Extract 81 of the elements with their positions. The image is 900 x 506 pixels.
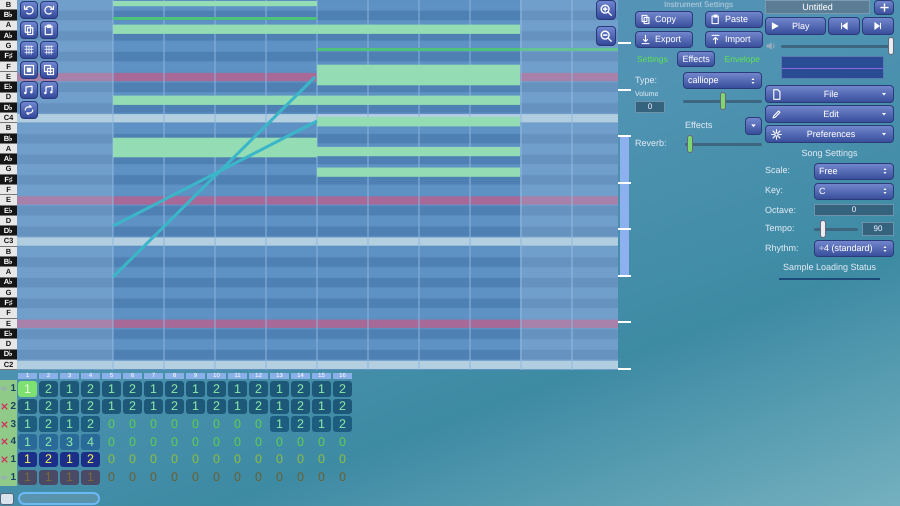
pattern-cell[interactable]: 1 [270, 398, 289, 414]
pattern-cell[interactable]: 2 [39, 381, 58, 397]
pattern-cell[interactable]: 1 [18, 398, 37, 414]
key-select[interactable]: C [814, 182, 894, 200]
instrument-type-select[interactable]: calliope [683, 72, 762, 89]
pattern-cell[interactable]: 2 [39, 452, 58, 468]
pattern-cell[interactable]: 2 [333, 398, 352, 414]
status-label: Sample Loading Status [782, 261, 878, 274]
channel-number: 1 [10, 382, 16, 396]
pattern-cell[interactable]: 2 [249, 381, 268, 397]
pattern-cell[interactable]: 1 [18, 434, 37, 450]
song-title-field[interactable]: Untitled [765, 0, 870, 14]
pattern-cell[interactable]: 1 [228, 398, 247, 414]
channel-number: 4 [10, 435, 16, 450]
pattern-cell[interactable]: 1 [144, 381, 163, 397]
pattern-cell[interactable]: 2 [39, 434, 58, 450]
field-label: Key: [765, 184, 784, 198]
pattern-cell[interactable]: 2 [291, 381, 310, 397]
panel-title: Instrument Settings [663, 0, 734, 9]
field-label: Type: [635, 74, 658, 87]
pattern-cell[interactable]: 2 [81, 416, 100, 432]
action-button[interactable]: Export [635, 31, 693, 48]
pattern-cell[interactable]: 2 [81, 381, 100, 397]
field-label: Tempo: [765, 222, 796, 236]
pattern-cell[interactable]: 1 [270, 381, 289, 397]
volume-field[interactable]: 0 [635, 100, 665, 112]
pattern-cell[interactable]: 1 [186, 398, 205, 414]
pattern-cell[interactable]: 1 [144, 398, 163, 414]
pattern-cell[interactable]: 2 [123, 398, 142, 414]
pattern-cell[interactable]: 1 [60, 398, 79, 414]
tab[interactable]: Effects [677, 51, 715, 67]
pattern-cell[interactable]: 2 [165, 381, 184, 397]
pattern-cell[interactable]: 4 [81, 434, 100, 450]
action-button[interactable]: Import [705, 31, 763, 48]
pattern-cell[interactable]: 1 [270, 416, 289, 432]
section-label: Effects [685, 118, 714, 132]
pattern-cell[interactable]: 2 [333, 381, 352, 397]
field-label: Scale: [765, 164, 792, 178]
pattern-cell[interactable]: 1 [60, 381, 79, 397]
pattern-cell[interactable]: 1 [18, 452, 37, 468]
octave-field[interactable]: 0 [814, 204, 894, 216]
tempo-field[interactable]: 90 [862, 222, 894, 236]
section-title: Song Settings [800, 147, 859, 160]
pattern-cell[interactable]: 1 [102, 398, 121, 414]
menu-dropdown[interactable]: File [765, 85, 894, 103]
play-button[interactable]: Play [765, 17, 826, 35]
pattern-cell[interactable]: 2 [81, 398, 100, 414]
channel-number: 2 [10, 400, 16, 414]
action-button[interactable]: Copy [635, 11, 693, 28]
channel-number: 3 [10, 418, 16, 432]
scale-select[interactable]: Free [814, 162, 894, 180]
channel-number: 1 [10, 453, 16, 468]
pattern-cell[interactable]: 2 [207, 398, 226, 414]
pattern-cell[interactable]: 1 [186, 381, 205, 397]
pattern-cell[interactable]: 1 [228, 381, 247, 397]
pattern-cell[interactable]: 2 [207, 381, 226, 397]
field-label: Octave: [765, 204, 798, 216]
pattern-cell[interactable]: 1 [102, 381, 121, 397]
pattern-cell[interactable]: 1 [312, 398, 331, 414]
pattern-cell[interactable]: 1 [60, 416, 79, 432]
pattern-cell[interactable]: 2 [39, 398, 58, 414]
pattern-cell[interactable]: 2 [291, 416, 310, 432]
pattern-cell[interactable]: 2 [39, 416, 58, 432]
menu-dropdown[interactable]: Preferences [765, 125, 894, 143]
menu-dropdown[interactable]: Edit [765, 105, 894, 123]
pattern-cell[interactable]: 1 [312, 416, 331, 432]
pattern-cell[interactable]: 2 [291, 398, 310, 414]
pattern-cell[interactable]: 2 [123, 381, 142, 397]
pattern-cell[interactable]: 3 [60, 434, 79, 450]
rhythm-select[interactable]: ÷4 (standard) [814, 240, 894, 257]
pattern-cell[interactable]: 1 [312, 381, 331, 397]
field-label: Reverb: [635, 136, 668, 150]
pattern-cell[interactable]: 2 [81, 452, 100, 468]
channel-number: 1 [10, 470, 16, 485]
pattern-cell[interactable]: 2 [333, 416, 352, 432]
action-button[interactable]: Paste [705, 11, 763, 28]
pattern-cell[interactable]: 1 [18, 416, 37, 432]
field-label: Rhythm: [765, 242, 800, 255]
pattern-cell[interactable]: 1 [60, 452, 79, 468]
pattern-cell[interactable]: 2 [165, 398, 184, 414]
pattern-cell[interactable]: 2 [249, 398, 268, 414]
